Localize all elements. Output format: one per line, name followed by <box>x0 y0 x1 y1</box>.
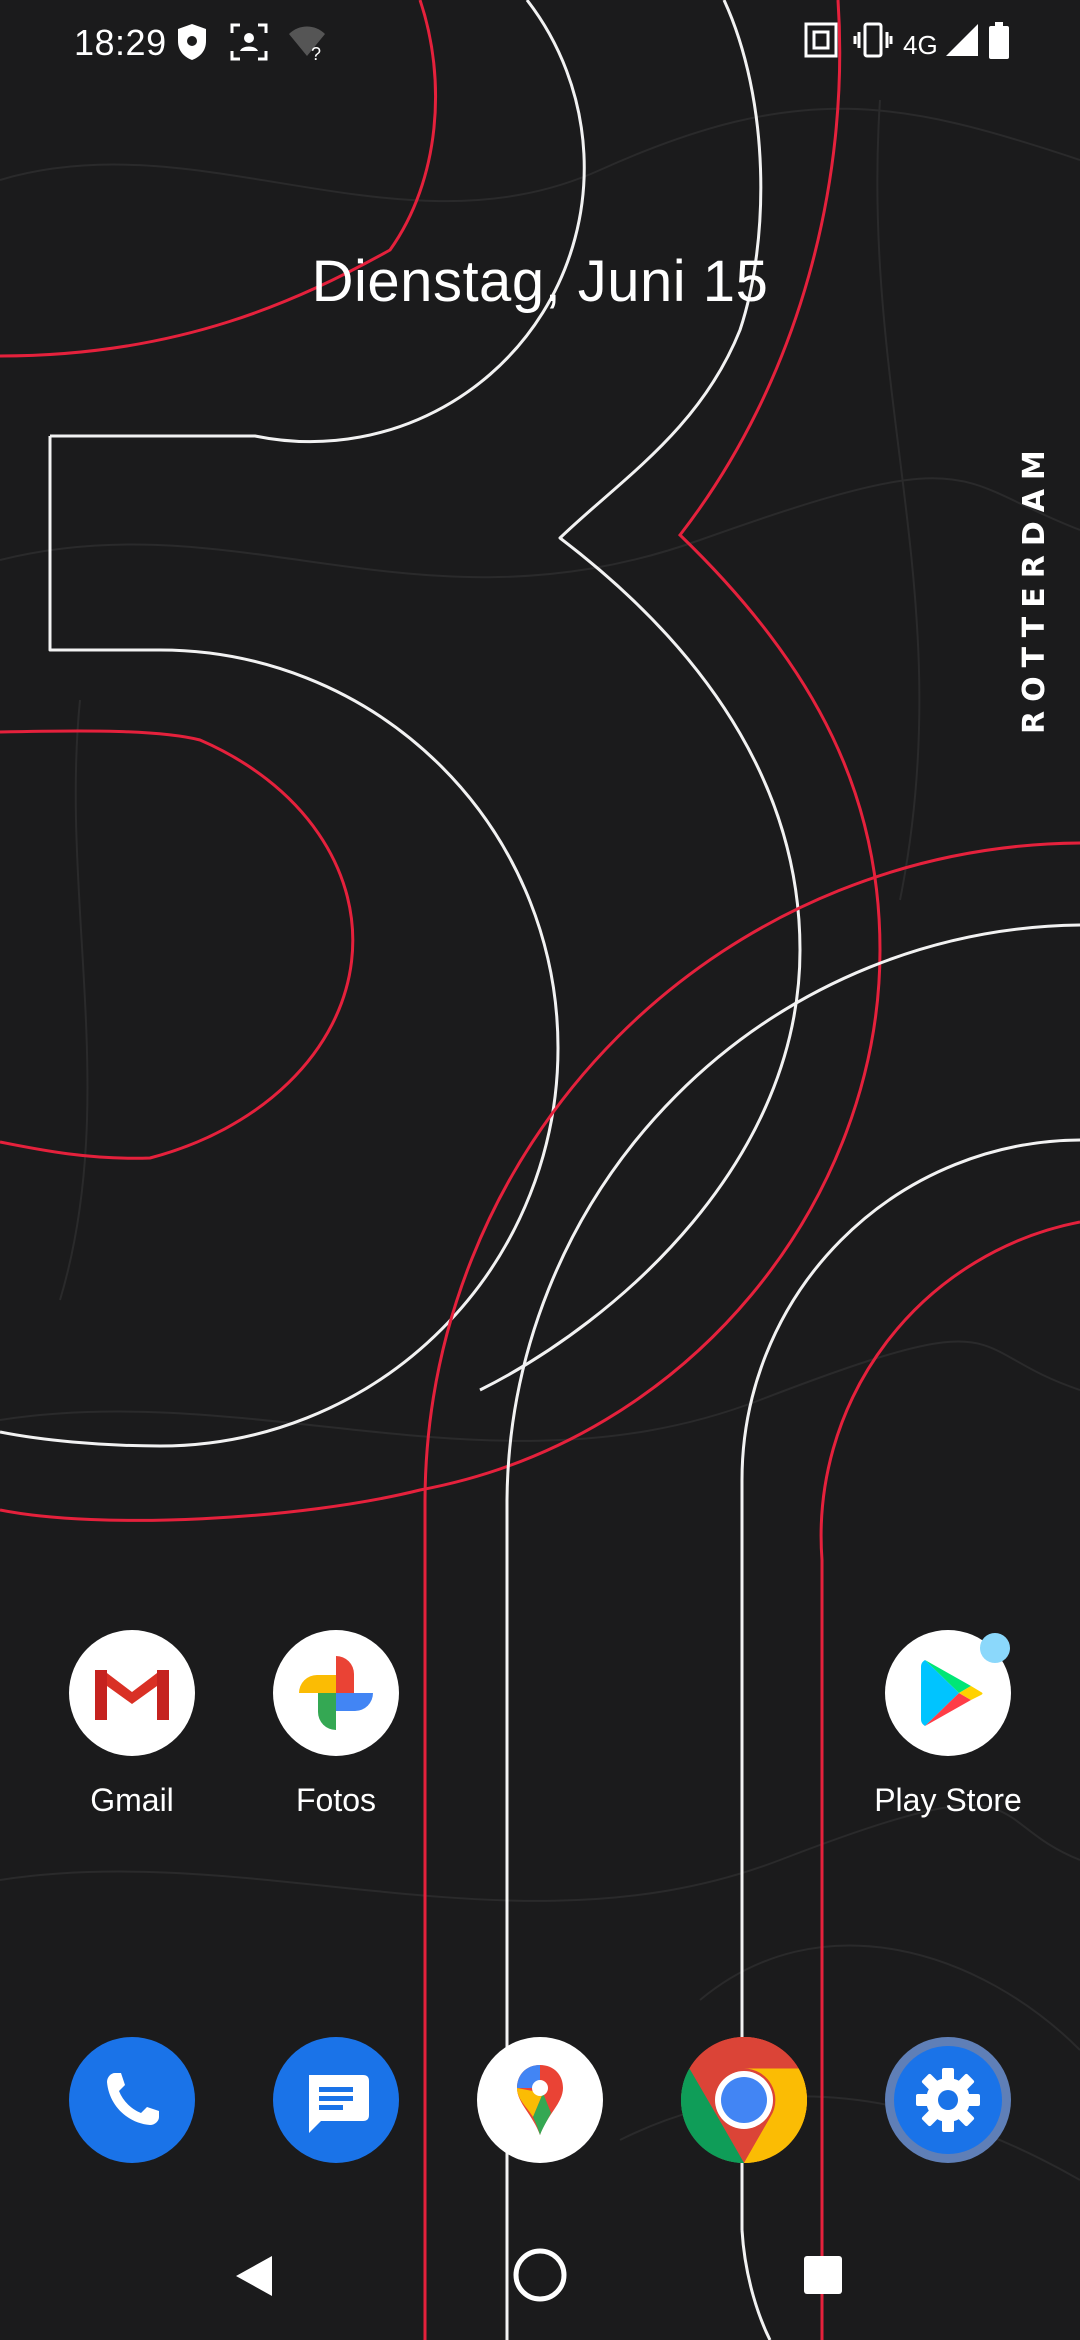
phone-icon[interactable] <box>69 2037 195 2163</box>
network-type: 4G <box>903 30 938 60</box>
battery-icon <box>989 22 1009 59</box>
play-store-icon[interactable] <box>885 1630 1011 1756</box>
messages-icon[interactable] <box>273 2037 399 2163</box>
home-screen: 18:29 ? 4G Dienstag, Juni 15 ROTTERDAM G… <box>0 0 1080 2340</box>
recents-icon[interactable] <box>804 2256 842 2294</box>
navigation-bar <box>0 2222 1080 2340</box>
wifi-unknown-icon: ? <box>289 26 325 62</box>
nfc-icon <box>804 22 838 58</box>
signal-icon <box>946 24 978 56</box>
status-bar: 18:29 ? 4G <box>0 0 1080 86</box>
gmail-icon[interactable] <box>69 1630 195 1756</box>
app-label: Fotos <box>295 1782 377 1818</box>
wallpaper-text: ROTTERDAM <box>1017 441 1052 734</box>
home-icon[interactable] <box>511 2246 569 2304</box>
app-label: Gmail <box>90 1782 174 1818</box>
app-photos[interactable]: Fotos <box>246 1630 426 1819</box>
photos-icon[interactable] <box>273 1630 399 1756</box>
shield-icon <box>178 24 206 60</box>
face-scan-icon <box>230 23 268 61</box>
wallpaper <box>0 0 1080 2340</box>
back-icon[interactable] <box>232 2252 276 2300</box>
svg-text:?: ? <box>311 44 321 62</box>
notification-badge <box>980 1633 1010 1663</box>
app-gmail[interactable]: Gmail <box>42 1630 222 1819</box>
maps-icon[interactable] <box>477 2037 603 2163</box>
app-label: Play Store <box>874 1782 1022 1818</box>
vibrate-icon <box>853 22 893 58</box>
chrome-icon[interactable] <box>681 2037 807 2163</box>
app-play-store[interactable]: Play Store <box>858 1630 1038 1819</box>
settings-icon[interactable] <box>885 2037 1011 2163</box>
date-widget[interactable]: Dienstag, Juni 15 <box>0 248 1080 315</box>
status-time: 18:29 <box>74 22 167 63</box>
